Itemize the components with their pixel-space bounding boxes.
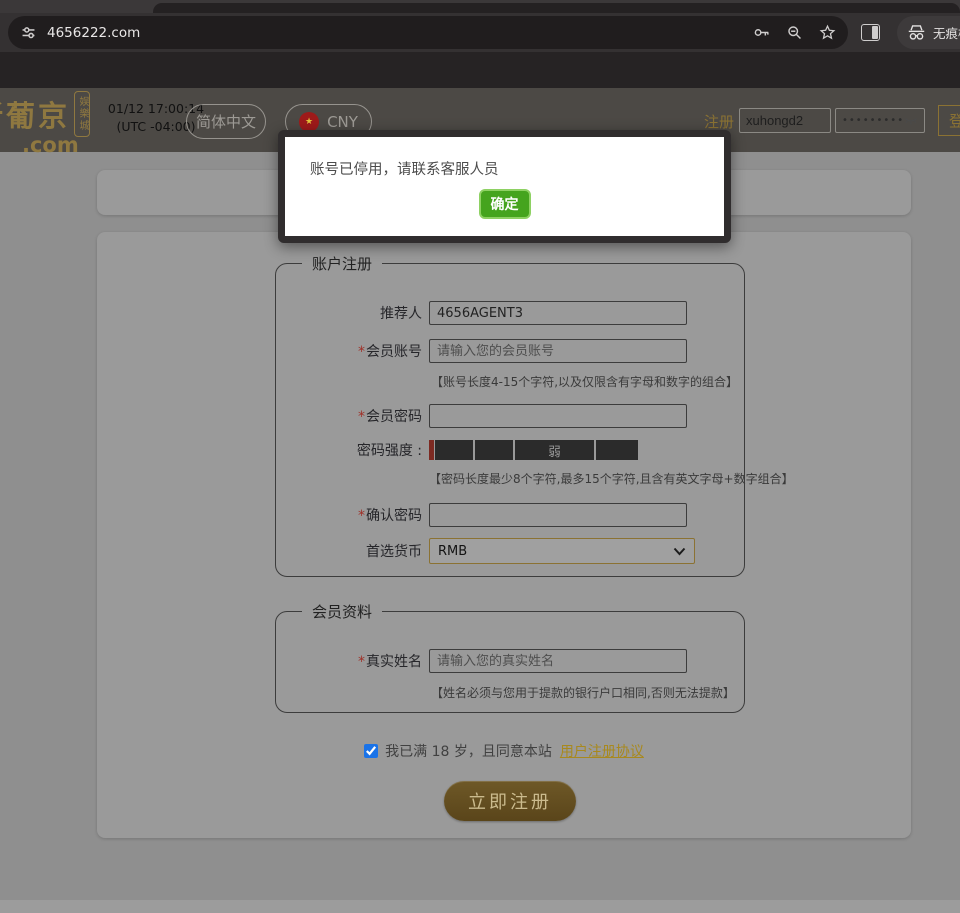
incognito-label: 无痕模式 xyxy=(933,23,960,42)
realname-input[interactable] xyxy=(429,649,687,673)
browser-active-tab[interactable] xyxy=(153,3,960,13)
site-logo[interactable]: 新葡京 娱樂城 .com xyxy=(0,91,90,157)
china-flag-icon: ★ xyxy=(299,112,319,132)
confirm-password-input[interactable] xyxy=(429,503,687,527)
language-button[interactable]: 简体中文 xyxy=(186,104,266,139)
password-key-icon[interactable] xyxy=(753,24,770,41)
side-panel-icon[interactable] xyxy=(861,24,880,41)
footer-strip xyxy=(0,900,960,913)
submit-register-button[interactable]: 立即注册 xyxy=(444,781,576,821)
account-register-section: 账户注册 推荐人 *会员账号 【账号长度4-15个字符,以及仅限含有字母和数字的… xyxy=(275,253,745,577)
header-password-input[interactable]: ••••••••• xyxy=(835,108,925,133)
logo-name: 新葡京 xyxy=(0,93,70,135)
alert-message: 账号已停用，请联系客服人员 xyxy=(310,158,499,179)
age-agree-checkbox[interactable] xyxy=(364,744,378,758)
zoom-icon[interactable] xyxy=(786,24,803,41)
incognito-badge[interactable]: 无痕模式 xyxy=(897,16,960,49)
password-strength-bar: 弱 xyxy=(429,440,638,460)
browser-toolbar: 4656222.com 无痕模式 xyxy=(0,13,960,52)
confirm-label: *确认密码 xyxy=(276,505,422,525)
registration-card: 账户注册 推荐人 *会员账号 【账号长度4-15个字符,以及仅限含有字母和数字的… xyxy=(97,232,911,838)
referrer-input[interactable] xyxy=(429,301,687,325)
strength-label: 密码强度 : xyxy=(276,440,422,460)
realname-hint: 【姓名必须与您用于提款的银行户口相同,否则无法提款】 xyxy=(431,684,735,701)
incognito-icon xyxy=(907,24,926,41)
top-dark-band xyxy=(0,52,960,88)
login-button[interactable]: 登入 xyxy=(938,105,960,136)
alert-dialog: 账号已停用，请联系客服人员 确定 xyxy=(278,130,731,243)
member-profile-section: 会员资料 *真实姓名 【姓名必须与您用于提款的银行户口相同,否则无法提款】 xyxy=(275,601,745,713)
realname-label: *真实姓名 xyxy=(276,651,422,671)
profile-section-legend: 会员资料 xyxy=(302,601,382,622)
member-account-input[interactable] xyxy=(429,339,687,363)
register-link[interactable]: 注册 xyxy=(704,111,734,132)
referrer-label: 推荐人 xyxy=(276,303,422,323)
account-hint: 【账号长度4-15个字符,以及仅限含有字母和数字的组合】 xyxy=(431,373,738,390)
screen: 4656222.com 无痕模式 xyxy=(0,0,960,913)
logo-seal: 娱樂城 xyxy=(74,91,90,137)
currency-label: 首选货币 xyxy=(276,541,422,561)
member-password-input[interactable] xyxy=(429,404,687,428)
password-label: *会员密码 xyxy=(276,406,422,426)
chevron-down-icon xyxy=(673,547,686,556)
url-text[interactable]: 4656222.com xyxy=(47,25,737,41)
agreement-row: 我已满 18 岁，且同意本站 用户注册协议 xyxy=(97,741,911,761)
bookmark-star-icon[interactable] xyxy=(819,24,836,41)
terms-link[interactable]: 用户注册协议 xyxy=(560,741,644,761)
agreement-text: 我已满 18 岁，且同意本站 xyxy=(385,741,552,761)
strength-level: 弱 xyxy=(515,440,594,460)
currency-select[interactable]: RMB xyxy=(429,538,695,564)
alert-ok-button[interactable]: 确定 xyxy=(479,189,531,219)
strength-red-marker xyxy=(429,440,434,460)
eye-closed-icon[interactable] xyxy=(904,115,918,127)
browser-tab-strip xyxy=(0,0,960,13)
address-bar[interactable]: 4656222.com xyxy=(8,16,848,49)
account-label: *会员账号 xyxy=(276,341,422,361)
account-section-legend: 账户注册 xyxy=(302,253,382,274)
password-hint: 【密码长度最少8个字符,最多15个字符,且含有英文字母+数字组合】 xyxy=(429,470,794,487)
site-settings-icon[interactable] xyxy=(20,24,37,41)
header-username-input[interactable] xyxy=(739,108,831,133)
